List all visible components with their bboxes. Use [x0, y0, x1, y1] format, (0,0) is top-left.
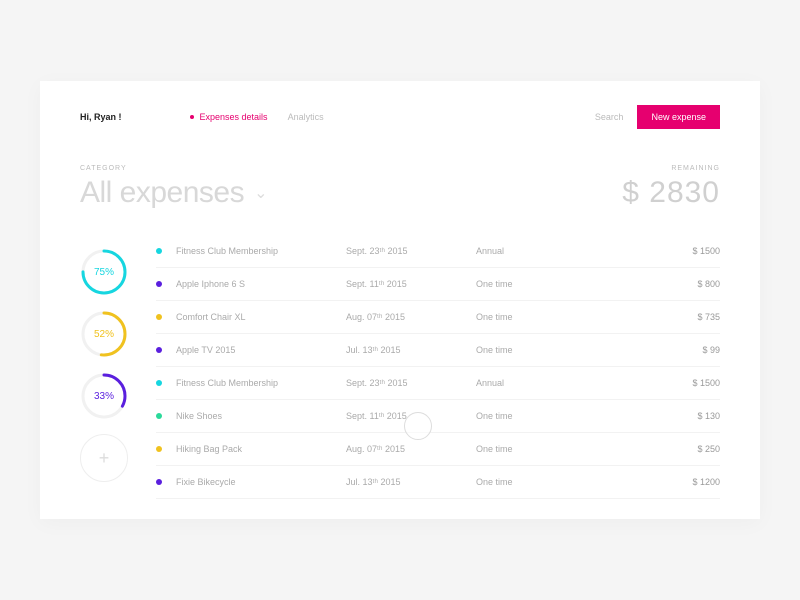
expense-frequency: One time — [476, 411, 576, 421]
search-link[interactable]: Search — [595, 112, 624, 122]
expense-table: Fitness Club MembershipSept. 23ᵗʰ 2015An… — [156, 244, 720, 499]
category-dot-icon — [156, 248, 162, 254]
nav: Expenses details Analytics — [190, 112, 324, 122]
table-row[interactable]: Fitness Club MembershipSept. 23ᵗʰ 2015An… — [156, 367, 720, 400]
expense-amount: $ 1500 — [576, 246, 720, 256]
remaining-eyebrow: REMAINING — [622, 165, 720, 172]
ring-label: 75% — [80, 248, 128, 296]
app-window: Hi, Ryan ! Expenses details Analytics Sea… — [40, 81, 760, 519]
header-right: Search New expense — [595, 105, 720, 129]
category-dot-icon — [156, 347, 162, 353]
category-dot-icon — [156, 314, 162, 320]
expense-date: Jul. 13ᵗʰ 2015 — [346, 477, 476, 487]
table-row[interactable]: Nike ShoesSept. 11ᵗʰ 2015One time$ 130 — [156, 400, 720, 433]
expense-amount: $ 1500 — [576, 378, 720, 388]
table-row[interactable]: Apple TV 2015Jul. 13ᵗʰ 2015One time$ 99 — [156, 334, 720, 367]
title-row: CATEGORY All expenses ⌄ REMAINING $ 2830 — [80, 165, 720, 210]
expense-name: Apple Iphone 6 S — [176, 279, 346, 289]
table-row[interactable]: Hiking Bag PackAug. 07ᵗʰ 2015One time$ 2… — [156, 433, 720, 466]
expense-frequency: One time — [476, 279, 576, 289]
expense-date: Sept. 11ᵗʰ 2015 — [346, 411, 476, 421]
ring-label: 33% — [80, 372, 128, 420]
expense-amount: $ 99 — [576, 345, 720, 355]
table-row[interactable]: Comfort Chair XLAug. 07ᵗʰ 2015One time$ … — [156, 301, 720, 334]
expense-amount: $ 250 — [576, 444, 720, 454]
category-block: CATEGORY All expenses ⌄ — [80, 165, 267, 210]
expense-date: Sept. 11ᵗʰ 2015 — [346, 279, 476, 289]
expense-date: Sept. 23ᵗʰ 2015 — [346, 246, 476, 256]
category-dropdown[interactable]: All expenses ⌄ — [80, 176, 267, 210]
nav-item-label: Analytics — [288, 112, 324, 122]
expense-frequency: One time — [476, 312, 576, 322]
expense-name: Fitness Club Membership — [176, 246, 346, 256]
expense-name: Fitness Club Membership — [176, 378, 346, 388]
add-ring-button[interactable]: + — [80, 434, 128, 482]
category-dot-icon — [156, 446, 162, 452]
nav-item-expenses-details[interactable]: Expenses details — [190, 112, 268, 122]
expense-name: Comfort Chair XL — [176, 312, 346, 322]
content: 75%52%33%+ Fitness Club MembershipSept. … — [80, 244, 720, 499]
nav-item-analytics[interactable]: Analytics — [288, 112, 324, 122]
active-dot-icon — [190, 115, 194, 119]
expense-amount: $ 735 — [576, 312, 720, 322]
greeting: Hi, Ryan ! — [80, 112, 122, 122]
table-row[interactable]: Fixie BikecycleJul. 13ᵗʰ 2015One time$ 1… — [156, 466, 720, 499]
table-wrap: Fitness Club MembershipSept. 23ᵗʰ 2015An… — [156, 244, 720, 499]
expense-frequency: One time — [476, 477, 576, 487]
expense-name: Apple TV 2015 — [176, 345, 346, 355]
category-dot-icon — [156, 413, 162, 419]
category-dot-icon — [156, 380, 162, 386]
expense-date: Sept. 23ᵗʰ 2015 — [346, 378, 476, 388]
expense-frequency: Annual — [476, 246, 576, 256]
expense-amount: $ 800 — [576, 279, 720, 289]
budget-ring[interactable]: 33% — [80, 372, 128, 420]
header: Hi, Ryan ! Expenses details Analytics Sea… — [80, 105, 720, 129]
expense-frequency: Annual — [476, 378, 576, 388]
table-row[interactable]: Apple Iphone 6 SSept. 11ᵗʰ 2015One time$… — [156, 268, 720, 301]
category-dot-icon — [156, 479, 162, 485]
expense-name: Hiking Bag Pack — [176, 444, 346, 454]
chevron-down-icon: ⌄ — [254, 183, 267, 203]
expense-date: Aug. 07ᵗʰ 2015 — [346, 444, 476, 454]
expense-amount: $ 1200 — [576, 477, 720, 487]
expense-date: Jul. 13ᵗʰ 2015 — [346, 345, 476, 355]
category-dot-icon — [156, 281, 162, 287]
nav-item-label: Expenses details — [200, 112, 268, 122]
category-eyebrow: CATEGORY — [80, 165, 267, 172]
expense-amount: $ 130 — [576, 411, 720, 421]
expense-date: Aug. 07ᵗʰ 2015 — [346, 312, 476, 322]
budget-ring[interactable]: 52% — [80, 310, 128, 358]
expense-name: Nike Shoes — [176, 411, 346, 421]
expense-name: Fixie Bikecycle — [176, 477, 346, 487]
table-row[interactable]: Fitness Club MembershipSept. 23ᵗʰ 2015An… — [156, 244, 720, 268]
expense-frequency: One time — [476, 444, 576, 454]
remaining-value: $ 2830 — [622, 176, 720, 210]
budget-rings: 75% 52% 33% + — [80, 244, 128, 499]
category-value: All expenses — [80, 176, 244, 210]
remaining-block: REMAINING $ 2830 — [622, 165, 720, 210]
expense-frequency: One time — [476, 345, 576, 355]
budget-ring[interactable]: 75% — [80, 248, 128, 296]
new-expense-button[interactable]: New expense — [637, 105, 720, 129]
ring-label: 52% — [80, 310, 128, 358]
